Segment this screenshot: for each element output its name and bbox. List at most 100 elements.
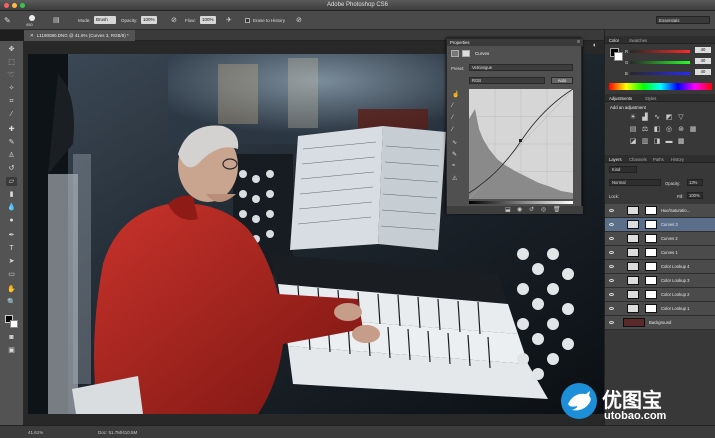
eye-icon[interactable] — [609, 209, 614, 212]
red-value-input[interactable]: 40 — [695, 47, 711, 53]
fill-input[interactable]: 100% — [687, 192, 703, 199]
layer-mask-thumbnail[interactable] — [645, 290, 657, 299]
curve-point[interactable] — [519, 139, 522, 142]
color-balance-icon[interactable]: ⚖ — [641, 126, 649, 134]
tab-adjustments[interactable]: Adjustments — [609, 96, 632, 101]
pressure-size-icon[interactable]: ⊘ — [296, 16, 304, 25]
auto-button[interactable]: Auto — [551, 77, 573, 84]
delete-adjustment-icon[interactable]: 🗑 — [553, 206, 561, 213]
levels-icon[interactable]: ▟ — [641, 114, 649, 122]
curves-adj-icon[interactable]: ∿ — [653, 114, 661, 122]
dodge-tool-icon[interactable]: ● — [6, 216, 17, 225]
path-selection-tool-icon[interactable]: ➤ — [6, 257, 17, 266]
pen-tool-icon[interactable]: ✒ — [6, 231, 17, 240]
type-tool-icon[interactable]: T — [6, 244, 17, 253]
flow-input[interactable]: 100% — [200, 16, 216, 24]
curves-graph[interactable] — [469, 89, 573, 199]
edit-points-icon[interactable]: ∿ — [452, 139, 457, 146]
tab-history[interactable]: History — [671, 157, 684, 162]
layer-row[interactable]: Hue/Saturatio... — [605, 204, 715, 218]
photo-filter-icon[interactable]: ◎ — [665, 126, 673, 134]
tab-swatches[interactable]: Swatches — [629, 38, 647, 43]
opacity-input[interactable]: 100% — [141, 16, 157, 24]
layer-mask-thumbnail[interactable] — [645, 248, 657, 257]
visibility-icon[interactable]: ◎ — [541, 206, 546, 213]
document-tab-close-icon[interactable]: ✕ — [30, 33, 34, 38]
layer-row[interactable]: Color Lookup 2 — [605, 288, 715, 302]
layer-mask-thumbnail[interactable] — [645, 234, 657, 243]
layer-row[interactable]: Background — [605, 316, 715, 330]
layer-opacity-input[interactable]: 13% — [687, 179, 703, 186]
on-image-adjust-icon[interactable]: ☝ — [452, 91, 459, 98]
lasso-tool-icon[interactable]: ➰ — [6, 71, 17, 80]
blue-slider[interactable] — [630, 72, 690, 75]
hue-saturation-icon[interactable]: ▤ — [629, 126, 637, 134]
vibrance-icon[interactable]: ▽ — [677, 114, 685, 122]
threshold-icon[interactable]: ◨ — [653, 138, 661, 146]
eye-icon[interactable] — [609, 237, 614, 240]
airbrush-icon[interactable]: ✈ — [226, 16, 234, 25]
eraser-tool-preset-icon[interactable]: ✎ — [4, 16, 14, 25]
black-point-eyedropper-icon[interactable]: ⁄ — [452, 103, 453, 109]
invert-icon[interactable]: ◪ — [629, 138, 637, 146]
color-panel-icon[interactable]: ◐ — [591, 42, 599, 50]
mode-select[interactable]: Brush — [94, 16, 116, 24]
healing-brush-tool-icon[interactable]: ✚ — [6, 125, 17, 134]
color-spectrum-ramp[interactable] — [609, 83, 712, 90]
tab-channels[interactable]: Channels — [629, 157, 647, 162]
blend-mode-select[interactable]: Normal — [609, 179, 661, 186]
zoom-tool-icon[interactable]: 🔍 — [6, 298, 17, 307]
pressure-opacity-icon[interactable]: ⊘ — [171, 16, 179, 25]
eye-icon[interactable] — [609, 321, 614, 324]
preset-select[interactable]: Vetriangue — [469, 64, 573, 71]
draw-curve-icon[interactable]: ✎ — [452, 151, 457, 158]
clipping-warning-icon[interactable]: ⚠ — [452, 175, 457, 182]
properties-panel-header[interactable]: Properties ≡ — [447, 39, 583, 46]
eraser-tool-icon[interactable]: ▱ — [6, 177, 17, 186]
tab-color[interactable]: Color — [609, 38, 619, 43]
quick-mask-icon[interactable]: ◙ — [6, 333, 17, 342]
move-tool-icon[interactable]: ✥ — [6, 45, 17, 54]
quick-select-tool-icon[interactable]: ✧ — [6, 84, 17, 93]
eyedropper-tool-icon[interactable]: ⁄ — [6, 110, 17, 119]
selective-color-icon[interactable]: ▩ — [677, 138, 685, 146]
channel-mixer-icon[interactable]: ⊛ — [677, 126, 685, 134]
green-value-input[interactable]: 40 — [695, 58, 711, 64]
eye-icon[interactable] — [609, 265, 614, 268]
posterize-icon[interactable]: ▥ — [641, 138, 649, 146]
layer-mask-thumbnail[interactable] — [645, 304, 657, 313]
view-previous-icon[interactable]: ◉ — [517, 206, 522, 213]
brush-tool-icon[interactable]: ✎ — [6, 138, 17, 147]
layer-row[interactable]: Curves 3 — [605, 218, 715, 232]
layer-mask-thumbnail[interactable] — [645, 262, 657, 271]
green-slider[interactable] — [630, 61, 690, 64]
layer-mask-thumbnail[interactable] — [645, 276, 657, 285]
history-brush-tool-icon[interactable]: ↺ — [6, 164, 17, 173]
workspace-select[interactable]: Essentials — [656, 16, 710, 24]
background-color-swatch[interactable] — [10, 320, 18, 328]
layer-row[interactable]: Color Lookup 3 — [605, 274, 715, 288]
tab-layers[interactable]: Layers — [609, 157, 622, 162]
brightness-contrast-icon[interactable]: ☀ — [629, 114, 637, 122]
layer-mask-thumbnail[interactable] — [645, 206, 657, 215]
clip-to-layer-icon[interactable]: ⬓ — [505, 206, 511, 213]
layer-mask-icon[interactable] — [462, 50, 470, 57]
layer-row[interactable]: Color Lookup 4 — [605, 260, 715, 274]
document-tab[interactable]: ✕ L1190080.DNG @ 41.6% (Curves 3, RGB/8) … — [24, 30, 135, 41]
layer-mask-thumbnail[interactable] — [645, 220, 657, 229]
marquee-tool-icon[interactable]: ⬚ — [6, 58, 17, 67]
blue-value-input[interactable]: 40 — [695, 69, 711, 75]
eye-icon[interactable] — [609, 223, 614, 226]
red-slider[interactable] — [630, 50, 690, 53]
color-lookup-icon[interactable]: ▦ — [689, 126, 697, 134]
gradient-tool-icon[interactable]: ▮ — [6, 190, 17, 199]
eye-icon[interactable] — [609, 251, 614, 254]
tab-properties[interactable]: Properties — [450, 40, 470, 45]
layer-filter-select[interactable]: Kind — [609, 166, 637, 173]
clone-stamp-tool-icon[interactable]: ♙ — [6, 151, 17, 160]
doc-size-info[interactable]: Doc: 51.7M/410.5M — [98, 430, 137, 435]
color-background-swatch[interactable] — [614, 52, 623, 61]
smooth-curve-icon[interactable]: ≈ — [452, 163, 455, 169]
layer-row[interactable]: Curves 2 — [605, 232, 715, 246]
reset-icon[interactable]: ↺ — [529, 206, 534, 213]
